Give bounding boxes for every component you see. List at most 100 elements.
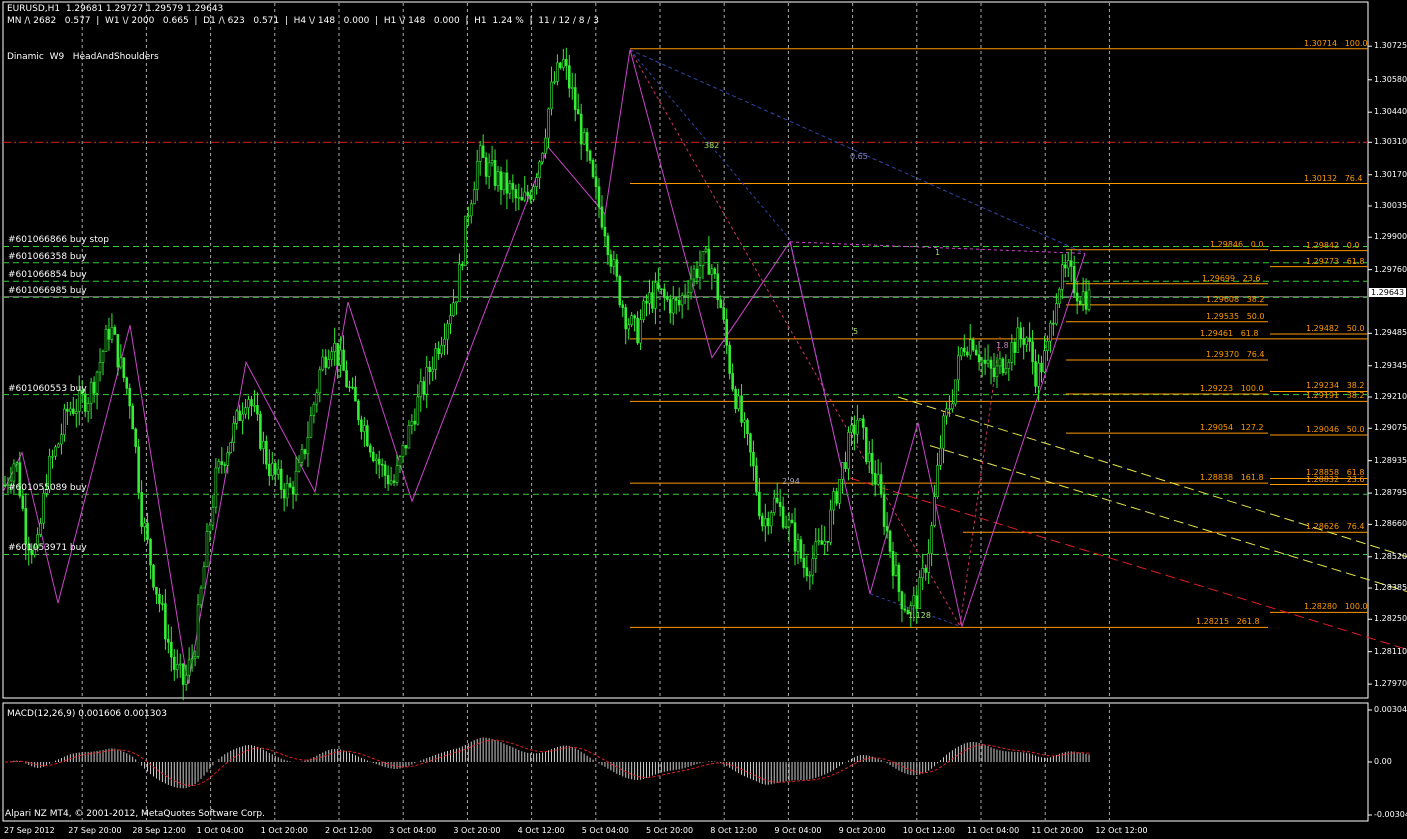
candle-body [282,489,286,499]
candle-body [72,408,75,414]
candle-body [998,358,1002,367]
candle-body [12,463,16,482]
candle-body [859,418,862,421]
candle-body [363,425,366,432]
candle-body [948,408,951,411]
macd-tick-label: -0.00304 [1374,810,1407,819]
candle-body [1037,362,1040,387]
candle-body [1075,292,1079,302]
candle-body [517,196,521,199]
candle-body [57,443,60,448]
candle-body [719,299,723,308]
candle-body [737,395,740,410]
candle-body [493,160,497,186]
x-tick-label: 28 Sep 12:00 [132,826,186,835]
candle-body [624,307,628,330]
candle-body [808,574,812,577]
candle-body [562,59,565,68]
candle-body [300,449,304,463]
candle-body [113,327,117,335]
fib-level-label: 1.28626 76.4 [1306,522,1365,532]
candle-body [1028,337,1031,342]
candle-body [357,400,360,421]
candle-body [823,540,827,545]
candle-body [128,388,132,407]
candle-body [1052,322,1055,325]
candle-body [268,463,271,477]
candle-body [722,307,726,320]
candle-body [54,446,57,457]
candle-body [39,522,42,535]
y-tick-label: 1.28385 [1374,583,1407,593]
candle-body [879,474,883,495]
candle-body [487,162,491,177]
candle-body [15,462,19,465]
candle-body [716,273,720,301]
candle-body [235,410,238,424]
candle-body [303,449,307,455]
candle-body [665,296,669,300]
candle-body [155,587,158,595]
fib-level-label: 1.28215 261.8 [1196,617,1260,627]
fibonacci-levels [630,48,1368,628]
candle-body [805,567,809,576]
candle-body [401,445,405,457]
candle-body [238,410,241,421]
candle-body [478,145,482,162]
candle-body [977,354,981,363]
candle-body [814,541,818,559]
candle-body [766,518,770,527]
y-tick-label: 1.30440 [1374,107,1407,117]
fib-level-label: 1.29773 61.8 [1306,256,1365,266]
y-tick-label: 1.28110 [1374,646,1407,656]
candle-body [1087,289,1091,310]
candle-body [95,371,99,394]
candle-body [383,464,387,476]
candle-body [371,451,375,462]
candle-body [425,366,429,395]
candle-body [832,491,835,511]
candle-body [550,81,553,110]
candle-body [781,506,785,528]
fib-level-label: 1.29535 50.0 [1206,311,1265,321]
candle-body [137,446,140,493]
candle-body [1001,358,1005,374]
candle-body [609,254,613,267]
candle-body [903,608,907,611]
candle-body [122,357,126,379]
candle-body [746,419,749,435]
candle-body [324,356,328,368]
candle-body [66,408,69,412]
ratio-label: 2.94 [782,477,800,487]
candle-body [713,268,717,275]
candle-body [481,145,485,158]
candle-body [933,496,936,526]
y-tick-label: 1.28250 [1374,614,1407,624]
candle-body [288,483,292,488]
candle-body [618,276,622,305]
x-tick-label: 11 Oct 04:00 [967,826,1020,835]
order-label: #601066985 buy [8,286,87,297]
candle-body [348,386,351,389]
candle-body [193,656,197,659]
candle-body [1004,368,1008,374]
candle-body [244,407,247,415]
fib-level-label: 1.29846 0.0 [1210,239,1264,249]
candle-body [900,591,904,610]
candle-body [89,381,93,404]
candle-body [891,551,895,576]
candle-body [1013,342,1017,353]
candle-body [689,278,693,294]
candles [3,47,1091,701]
candle-body [1043,350,1046,373]
candle-body [419,381,423,398]
candle-body [918,577,922,609]
candle-body [342,349,345,371]
candle-body [704,248,708,252]
candle-body [175,664,179,670]
candle-body [511,183,515,190]
candle-body [125,377,129,389]
candle-body [499,171,503,191]
candle-body [172,656,176,670]
price-chart [2,1,1407,822]
